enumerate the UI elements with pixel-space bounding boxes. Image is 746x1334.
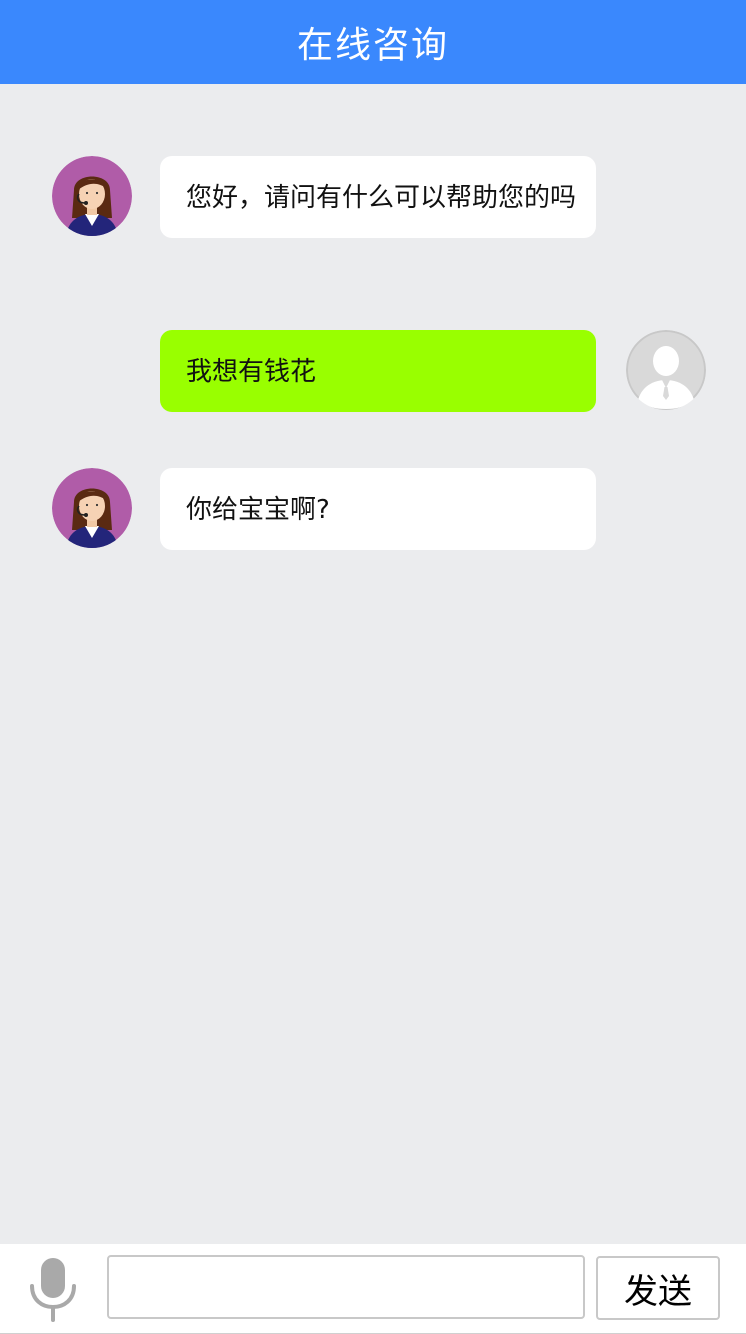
agent-avatar-icon [52,468,132,548]
message-text: 我想有钱花 [186,357,317,387]
input-bar: 发送 [0,1244,746,1334]
message-text: 您好，请问有什么可以帮助您的吗 [186,183,577,213]
page-title: 在线咨询 [296,25,449,66]
user-avatar [626,330,706,410]
user-avatar-icon [626,330,706,410]
microphone-icon[interactable] [26,1256,80,1322]
message-input[interactable] [107,1255,585,1319]
send-button[interactable]: 发送 [596,1256,720,1320]
message-list: 您好，请问有什么可以帮助您的吗 我想有钱花 你给宝宝啊? [0,84,746,1244]
agent-message-bubble: 您好，请问有什么可以帮助您的吗 [160,156,596,238]
customer-service-agent-avatar [52,468,132,548]
agent-avatar-icon [52,156,132,236]
message-text: 你给宝宝啊? [186,495,330,525]
customer-service-agent-avatar [52,156,132,236]
chat-header: 在线咨询 [0,0,746,84]
user-message-bubble: 我想有钱花 [160,330,596,412]
agent-message-bubble: 你给宝宝啊? [160,468,596,550]
